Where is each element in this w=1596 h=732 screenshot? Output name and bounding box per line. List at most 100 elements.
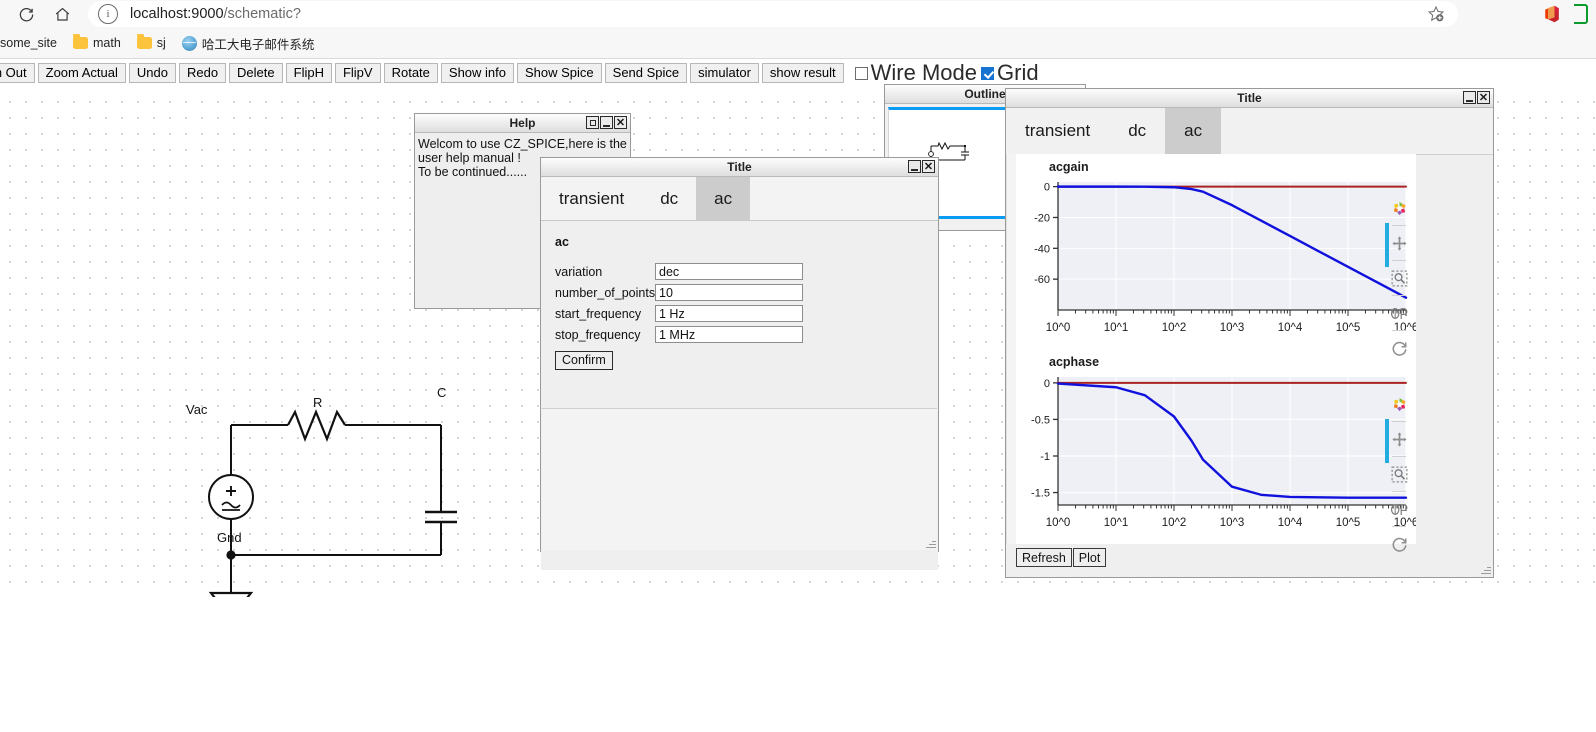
number-of-points-input[interactable]: [655, 284, 803, 301]
delete-button[interactable]: Delete: [229, 63, 283, 83]
close-icon[interactable]: ✕: [1477, 91, 1490, 104]
chart-acphase[interactable]: acphase 0 -0.5 -1 -1.5 10^0 10^1 10^2 10^3 10^4 1…: [1016, 349, 1418, 544]
bookmark-label: some_site: [0, 36, 57, 50]
show-info-button[interactable]: Show info: [440, 63, 514, 83]
chart-acphase-svg: 0-0.5-1-1.510^0 10^1 10^2 10^3 10^4 10^5 10^6: [1031, 377, 1418, 529]
zoom-actual-button[interactable]: Zoom Actual: [37, 63, 126, 83]
show-result-button[interactable]: show result: [761, 63, 844, 83]
pan-icon-svg: [1391, 235, 1407, 251]
op-icon[interactable]: [1388, 302, 1410, 324]
ac-section-label: ac: [555, 235, 569, 249]
bookmark-hit-mail[interactable]: 哈工大电子邮件系统: [174, 32, 323, 54]
plot-button[interactable]: Plot: [1072, 548, 1107, 567]
minimize-icon[interactable]: [600, 116, 613, 129]
refresh-icon[interactable]: [1388, 337, 1410, 359]
svg-text:10^4: 10^4: [1278, 322, 1303, 334]
outline-title: Outline: [964, 87, 1006, 101]
send-spice-button[interactable]: Send Spice: [604, 63, 688, 83]
svg-text:10^4: 10^4: [1278, 517, 1303, 529]
office-icon[interactable]: [1544, 5, 1560, 23]
bookmark-math[interactable]: math: [65, 32, 129, 54]
palette-icon[interactable]: [1388, 393, 1410, 415]
palette-icon-svg: [1393, 397, 1406, 411]
reload-icon[interactable]: [16, 4, 36, 24]
url-path: /schematic?: [223, 6, 301, 22]
flipv-button[interactable]: FlipV: [334, 63, 381, 83]
green-bracket-icon[interactable]: [1574, 4, 1588, 24]
pan-icon[interactable]: [1388, 428, 1410, 450]
plot-window-titlebar[interactable]: Title ✕: [1006, 89, 1493, 108]
info-icon[interactable]: i: [98, 4, 118, 24]
redo-button[interactable]: Redo: [178, 63, 227, 83]
reload-icon-svg: [19, 7, 33, 21]
plot-tab-ac[interactable]: ac: [1165, 108, 1222, 154]
close-icon[interactable]: ✕: [614, 116, 627, 129]
fliph-button[interactable]: FlipH: [285, 63, 332, 83]
show-spice-button[interactable]: Show Spice: [517, 63, 602, 83]
stop-frequency-input[interactable]: [655, 326, 803, 343]
zoom-select-icon[interactable]: [1388, 267, 1410, 289]
close-icon[interactable]: ✕: [922, 160, 935, 173]
minimize-icon[interactable]: [908, 160, 921, 173]
ac-window-controls: ✕: [908, 160, 935, 173]
svg-text:10^1: 10^1: [1104, 322, 1129, 334]
ac-window-titlebar[interactable]: Title ✕: [541, 158, 938, 177]
refresh-icon[interactable]: [1388, 533, 1410, 555]
restore-icon[interactable]: [586, 116, 599, 129]
zoom-out-button[interactable]: om Out: [0, 63, 35, 83]
ground-symbol: [208, 591, 254, 597]
grid-checkbox[interactable]: Grid: [981, 60, 1039, 86]
svg-text:-1: -1: [1040, 451, 1050, 463]
simulator-button[interactable]: simulator: [690, 63, 759, 83]
label-source: Vac: [186, 402, 208, 417]
plot-tab-transient[interactable]: transient: [1006, 108, 1109, 154]
help-title: Help: [509, 116, 536, 130]
svg-text:-40: -40: [1034, 243, 1050, 255]
help-titlebar[interactable]: Help ✕: [415, 114, 630, 133]
help-window-controls: ✕: [586, 116, 627, 129]
plot-window-actions: Refresh Plot: [1007, 548, 1107, 567]
simulation-setup-window[interactable]: Title ✕ transient dc ac ac variation num…: [540, 157, 939, 570]
bookmark-sj[interactable]: sj: [129, 32, 174, 54]
chart-acgain-legend-marker: [1385, 223, 1389, 267]
rotate-button[interactable]: Rotate: [383, 63, 438, 83]
plot-tab-dc[interactable]: dc: [1109, 108, 1165, 154]
bookmark-some-site[interactable]: some_site: [0, 32, 65, 54]
folder-icon: [72, 34, 88, 49]
confirm-button[interactable]: Confirm: [555, 351, 613, 370]
variation-input[interactable]: [655, 263, 803, 280]
app-root: i localhost:9000/schematic? some_site ma…: [0, 0, 1596, 732]
tab-ac[interactable]: ac: [696, 177, 751, 220]
refresh-button[interactable]: Refresh: [1016, 548, 1072, 567]
svg-text:-1.5: -1.5: [1031, 488, 1050, 500]
wire-mode-checkbox[interactable]: Wire Mode: [854, 60, 978, 86]
grid-box[interactable]: [981, 66, 995, 80]
svg-text:10^5: 10^5: [1336, 322, 1361, 334]
label-ground: Gnd: [217, 530, 242, 545]
svg-text:10^2: 10^2: [1162, 517, 1187, 529]
svg-text:10^2: 10^2: [1162, 322, 1187, 334]
palette-icon[interactable]: [1388, 197, 1410, 219]
bookmark-label: math: [92, 36, 121, 50]
home-icon[interactable]: [52, 4, 72, 24]
palette-icon-svg: [1393, 201, 1406, 215]
zoom-select-icon[interactable]: [1388, 463, 1410, 485]
chart-acgain[interactable]: acgain 0 -20 -40 -60 10^0 10^1 10^2 10^3 10^4 10^…: [1016, 154, 1418, 349]
pan-icon-svg: [1391, 431, 1407, 447]
number-of-points-label: number_of_points: [555, 285, 656, 300]
undo-button[interactable]: Undo: [128, 63, 176, 83]
address-bar[interactable]: i localhost:9000/schematic?: [88, 1, 1458, 27]
tab-transient[interactable]: transient: [541, 177, 642, 220]
start-frequency-input[interactable]: [655, 305, 803, 322]
pan-icon[interactable]: [1388, 232, 1410, 254]
add-favorite-icon[interactable]: [1426, 5, 1446, 25]
op-icon[interactable]: [1388, 498, 1410, 520]
tab-dc[interactable]: dc: [642, 177, 696, 220]
plot-window[interactable]: Title ✕ transient dc ac acgain 0 -20 -40 -6…: [1005, 88, 1494, 578]
wire-mode-box[interactable]: [854, 66, 868, 80]
plot-window-resize-handle[interactable]: [1480, 564, 1491, 575]
chart-acgain-title: acgain: [1049, 160, 1089, 174]
minimize-icon[interactable]: [1463, 91, 1476, 104]
ac-window-resize-handle[interactable]: [925, 538, 936, 549]
wire-mode-label: Wire Mode: [870, 60, 978, 85]
